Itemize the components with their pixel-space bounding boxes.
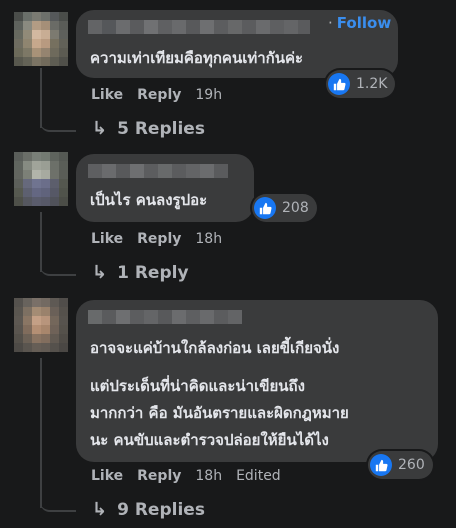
comment-text-line: นะ คนขับและตำรวจปล่อยให้ยืนได้ไง [90,431,329,449]
reaction-count: 260 [398,457,425,473]
comment-text: ความเท่าเทียมคือทุกคนเท่ากันค่ะ [90,49,304,67]
avatar[interactable] [14,298,68,352]
avatar[interactable] [14,12,68,66]
avatar[interactable] [14,152,68,206]
timestamp[interactable]: 18h [195,468,222,484]
follow-link[interactable]: · Follow [328,14,391,32]
reaction-count-pill[interactable]: 208 [252,194,317,222]
reply-arrow-icon: ↳ [92,499,108,520]
reply-button[interactable]: Reply [137,231,181,247]
view-replies-link[interactable]: ↳ 1 Reply [92,262,189,283]
reply-button[interactable]: Reply [137,87,181,103]
comment-bubble: · Follow ความเท่าเทียมคือทุกคนเท่ากันค่ะ [76,10,398,78]
thread-elbow [40,108,76,132]
like-thumb-icon [370,454,392,476]
like-thumb-icon [328,73,350,95]
comment-text: เป็นไร คนลงรูปอะ [90,191,208,209]
timestamp[interactable]: 19h [195,87,222,103]
reaction-count: 1.2K [356,76,388,92]
comment-text-line: มากกว่า คือ มันอันตรายและผิดกฎหมาย [90,404,349,422]
commenter-name-redacted[interactable] [88,310,242,324]
replies-label[interactable]: 1 Reply [117,263,188,283]
like-button[interactable]: Like [91,468,123,484]
commenter-name-redacted[interactable] [88,20,310,34]
replies-label[interactable]: 5 Replies [117,119,205,139]
thread-line [40,358,42,508]
comment-bubble: อาจจะแค่บ้านใกล้ลงก่อน เลยขี้เกียจนั่ง แ… [76,300,438,462]
comment-actions: Like Reply 19h [91,87,236,103]
reply-arrow-icon: ↳ [92,118,108,139]
reaction-count: 208 [282,200,309,216]
like-button[interactable]: Like [91,87,123,103]
comment-text-line: แต่ประเด็นที่น่าคิดและน่าเขียนถึง [90,377,305,395]
reaction-count-pill[interactable]: 260 [368,451,433,479]
reply-arrow-icon: ↳ [92,262,108,283]
commenter-name-redacted[interactable] [88,164,228,178]
edited-label: Edited [236,468,281,484]
view-replies-link[interactable]: ↳ 5 Replies [92,118,205,139]
reply-button[interactable]: Reply [137,468,181,484]
like-thumb-icon [254,197,276,219]
comment-actions: Like Reply 18h Edited [91,468,295,484]
follow-separator: · [328,14,333,32]
replies-label[interactable]: 9 Replies [117,500,205,520]
like-button[interactable]: Like [91,231,123,247]
comment-actions: Like Reply 18h [91,231,236,247]
reaction-count-pill[interactable]: 1.2K [326,70,396,98]
timestamp[interactable]: 18h [195,231,222,247]
comment-text-line: อาจจะแค่บ้านใกล้ลงก่อน เลยขี้เกียจนั่ง [90,339,340,357]
thread-elbow [40,488,76,512]
comment-bubble: เป็นไร คนลงรูปอะ [76,154,254,222]
view-replies-link[interactable]: ↳ 9 Replies [92,499,205,520]
thread-elbow [40,252,76,276]
